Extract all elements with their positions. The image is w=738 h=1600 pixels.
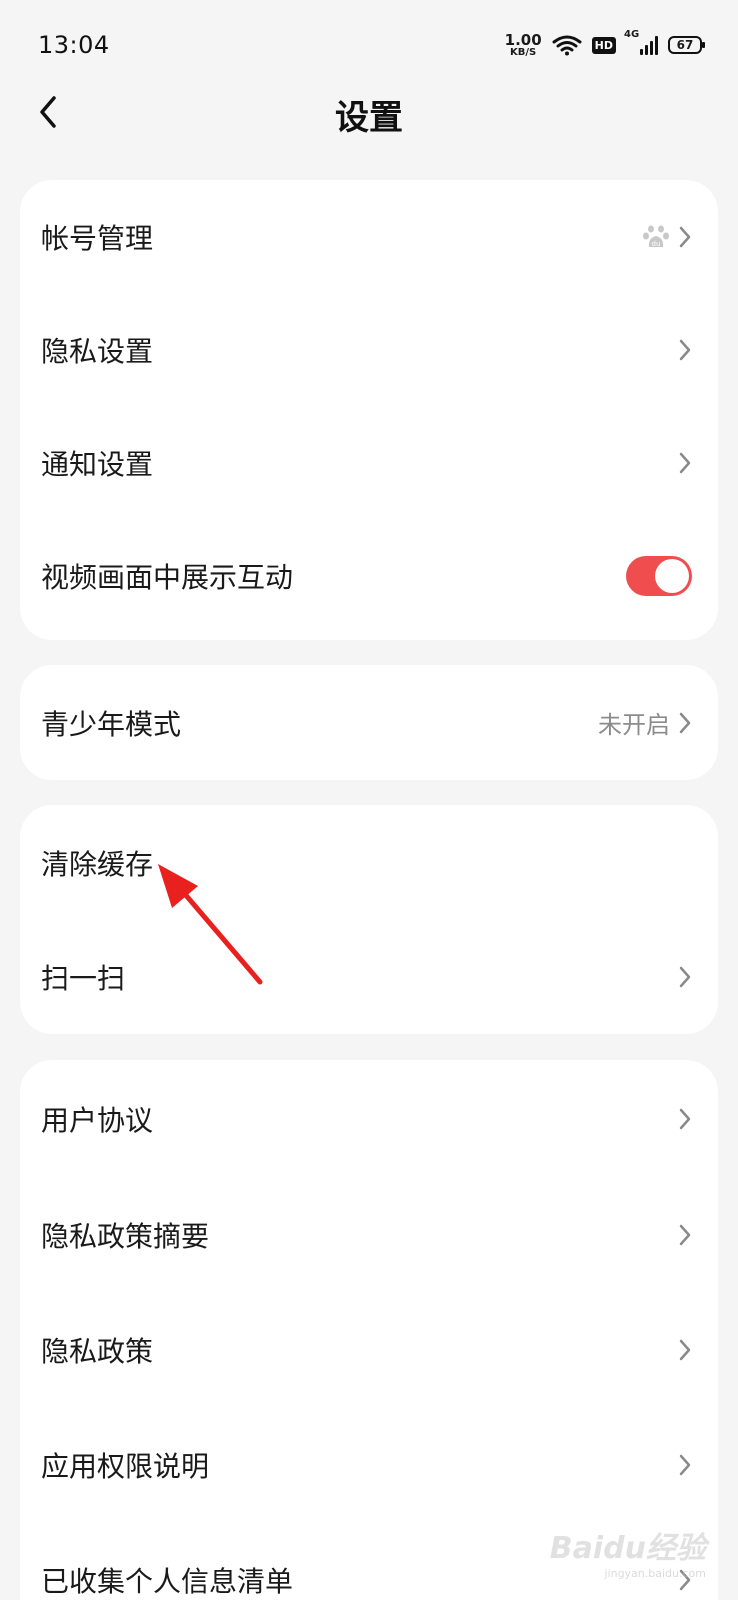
cellular-signal-icon: 4G [624,29,658,55]
status-time: 13:04 [38,31,110,59]
wifi-icon [552,35,582,56]
settings-row-permissions[interactable]: 应用权限说明 [20,1407,718,1522]
baidu-paw-icon: du [643,225,669,248]
network-speed-value: 1.00 [504,30,542,49]
row-label: 隐私政策 [41,1334,154,1368]
network-type: 4G [624,29,640,40]
settings-row-video-interaction: 视频画面中展示互动 [20,519,718,632]
watermark: Baidu经验 jingyan.baidu.com [550,1523,706,1580]
settings-row-teen-mode[interactable]: 青少年模式 未开启 [20,665,718,780]
battery-level: 67 [676,38,694,52]
settings-card-teen: 青少年模式 未开启 [20,665,718,780]
settings-row-privacy-policy[interactable]: 隐私政策 [20,1292,718,1407]
row-label: 应用权限说明 [41,1449,210,1483]
status-icons: 1.00 KB/S HD 4G 67 [504,29,705,58]
chevron-right-icon [679,1339,691,1360]
watermark-url: jingyan.baidu.com [604,1567,706,1580]
hd-badge: HD [591,36,616,54]
teen-mode-status: 未开启 [598,711,670,739]
row-label: 青少年模式 [41,707,182,741]
settings-row-account[interactable]: 帐号管理 du [20,180,718,293]
chevron-right-icon [679,1454,691,1475]
row-right: du [642,223,692,251]
chevron-right-icon [679,339,691,360]
row-label: 已收集个人信息清单 [41,1564,294,1598]
chevron-right-icon [679,226,691,247]
row-label: 帐号管理 [41,221,154,255]
settings-row-notification[interactable]: 通知设置 [20,406,718,519]
network-speed-unit: KB/S [510,46,537,58]
nav-bar: 设置 [0,80,738,144]
settings-card-general: 帐号管理 du 隐私设置 通知设置 视频画面中展示互动 [20,180,718,640]
settings-card-tools: 清除缓存 扫一扫 [20,805,718,1034]
row-label: 用户协议 [41,1103,154,1137]
toggle-knob [655,558,689,593]
chevron-right-icon [679,1108,691,1129]
settings-row-privacy-settings[interactable]: 隐私设置 [20,293,718,406]
watermark-brand: Baidu经验 [549,1531,706,1566]
network-speed: 1.00 KB/S [504,30,542,58]
page-title: 设置 [335,98,403,138]
settings-row-clear-cache[interactable]: 清除缓存 [20,805,718,920]
row-label: 扫一扫 [41,962,126,995]
annotation-arrow-icon [158,864,263,985]
settings-row-privacy-summary[interactable]: 隐私政策摘要 [20,1177,718,1292]
row-label: 视频画面中展示互动 [41,560,294,594]
chevron-right-icon [679,966,691,988]
svg-text:du: du [652,240,661,248]
row-label: 隐私设置 [41,334,154,368]
settings-row-scan[interactable]: 扫一扫 [20,920,718,1034]
settings-row-user-agreement[interactable]: 用户协议 [20,1060,718,1177]
row-label: 清除缓存 [41,847,154,881]
chevron-right-icon [679,452,691,473]
video-interaction-toggle[interactable] [626,555,692,596]
row-right: 未开启 [598,705,692,740]
chevron-right-icon [679,1224,691,1245]
status-bar: 13:04 1.00 KB/S HD 4G 67 [0,0,738,90]
row-label: 通知设置 [41,447,154,481]
chevron-right-icon [679,712,691,733]
battery-icon: 67 [668,36,705,54]
row-label: 隐私政策摘要 [41,1219,210,1253]
settings-card-legal: 用户协议 隐私政策摘要 隐私政策 应用权限说明 已收集个人信息清单 [20,1060,718,1600]
